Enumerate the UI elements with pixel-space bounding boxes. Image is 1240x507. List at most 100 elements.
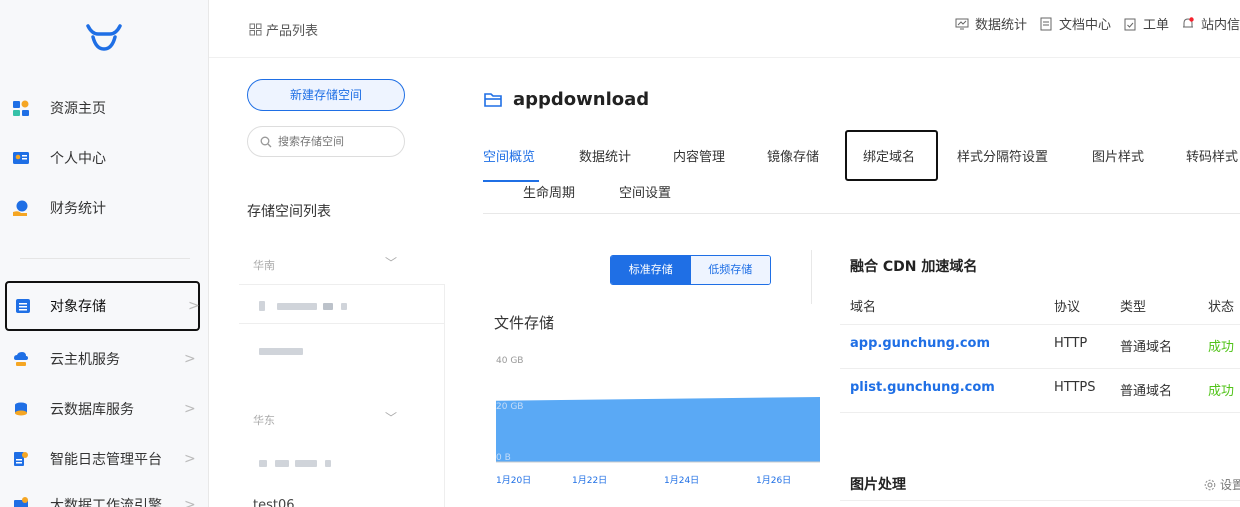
chevron-down-icon[interactable]: ﹀ bbox=[385, 409, 397, 426]
blurred-bucket-name bbox=[341, 303, 347, 310]
tab-transcode-style[interactable]: 转码样式 bbox=[1186, 146, 1238, 165]
sidebar-item-label: 个人中心 bbox=[50, 151, 106, 167]
x-tick-label: 1月24日 bbox=[664, 475, 699, 486]
user-card-icon bbox=[13, 152, 29, 164]
y-tick-label: 20 GB bbox=[496, 402, 523, 412]
tab-overview[interactable]: 空间概览 bbox=[483, 146, 535, 165]
sidebar-item-finance[interactable]: 财务统计 bbox=[0, 188, 209, 228]
bucket-panel: 新建存储空间 存储空间列表 华南 ﹀ 华东 ﹀ test06 bbox=[209, 58, 445, 507]
sidebar-item-label: 云主机服务 bbox=[50, 352, 120, 368]
search-icon bbox=[260, 136, 272, 147]
cdn-row-divider bbox=[840, 368, 1240, 369]
object-storage-icon bbox=[16, 299, 30, 313]
image-processing-title: 图片处理 bbox=[850, 477, 906, 493]
inbox-link[interactable]: 站内信 bbox=[1181, 14, 1240, 33]
region-south-label[interactable]: 华南 bbox=[253, 257, 275, 273]
sidebar-item-label: 云数据库服务 bbox=[50, 402, 134, 418]
cdn-header-protocol: 协议 bbox=[1054, 300, 1081, 315]
sidebar-item-cloud-database[interactable]: 云数据库服务 > bbox=[0, 389, 209, 429]
bucket-item[interactable] bbox=[239, 284, 445, 324]
cdn-protocol: HTTP bbox=[1054, 336, 1088, 351]
x-tick-label: 1月26日 bbox=[756, 475, 791, 486]
sidebar: 资源主页 个人中心 财务统计 对象存储 > 云主机服务 > 云数据库服务 > 智… bbox=[0, 0, 209, 507]
sidebar-item-cloud-server[interactable]: 云主机服务 > bbox=[0, 339, 209, 379]
sidebar-item-bigdata[interactable]: 大数据工作流引擎 > bbox=[0, 485, 209, 507]
new-bucket-button[interactable]: 新建存储空间 bbox=[247, 79, 405, 111]
cdn-row-divider bbox=[840, 324, 1240, 325]
tab-lifecycle[interactable]: 生命周期 bbox=[523, 182, 575, 201]
top-header: 产品列表 数据统计 文档中心 工单 站内信 bbox=[209, 0, 1240, 58]
tab-content[interactable]: 内容管理 bbox=[673, 146, 725, 165]
chevron-down-icon[interactable]: ﹀ bbox=[385, 254, 397, 271]
chevron-right-icon: > bbox=[184, 401, 196, 417]
gear-icon bbox=[1204, 479, 1216, 490]
docs-link[interactable]: 文档中心 bbox=[1039, 14, 1111, 33]
bucket-item-label[interactable]: test06 bbox=[253, 498, 295, 507]
cdn-header-status: 状态 bbox=[1208, 300, 1235, 315]
grid-icon bbox=[249, 23, 262, 36]
monitor-chart-icon bbox=[955, 18, 969, 29]
tabs-divider bbox=[483, 213, 1240, 214]
cloud-server-icon bbox=[14, 352, 28, 366]
image-settings-link[interactable]: 设置 bbox=[1204, 476, 1240, 493]
blurred-bucket-name bbox=[323, 303, 333, 310]
infrequent-storage-option[interactable]: 低频存储 bbox=[690, 256, 770, 284]
cdn-domain-link[interactable]: plist.gunchung.com bbox=[850, 380, 995, 395]
clipboard-check-icon bbox=[1124, 18, 1136, 30]
sidebar-item-personal-center[interactable]: 个人中心 bbox=[0, 138, 209, 178]
storage-area-series bbox=[496, 396, 820, 462]
blurred-bucket-name bbox=[277, 303, 317, 310]
blurred-bucket-name bbox=[325, 460, 331, 467]
bucket-item[interactable] bbox=[239, 330, 445, 370]
sidebar-item-label: 大数据工作流引擎 bbox=[50, 498, 162, 507]
bucket-icon bbox=[484, 92, 502, 107]
top-links: 数据统计 文档中心 工单 站内信 bbox=[955, 14, 1240, 33]
cdn-header-domain: 域名 bbox=[850, 300, 877, 315]
bucket-name: appdownload bbox=[513, 89, 650, 110]
cdn-domain-link[interactable]: app.gunchung.com bbox=[850, 336, 990, 351]
document-icon bbox=[1040, 17, 1052, 30]
bigdata-icon bbox=[14, 497, 28, 507]
chevron-right-icon: > bbox=[184, 351, 196, 367]
sidebar-item-resource-home[interactable]: 资源主页 bbox=[0, 88, 209, 128]
breadcrumb[interactable]: 产品列表 bbox=[249, 20, 318, 39]
blurred-bucket-name bbox=[259, 301, 265, 311]
cloud-database-icon bbox=[15, 402, 27, 416]
region-east-label[interactable]: 华东 bbox=[253, 412, 275, 428]
chevron-right-icon: > bbox=[184, 497, 196, 507]
tab-space-settings[interactable]: 空间设置 bbox=[619, 182, 671, 201]
standard-storage-option[interactable]: 标准存储 bbox=[611, 256, 691, 284]
cdn-type: 普通域名 bbox=[1120, 384, 1173, 399]
tab-style-separator[interactable]: 样式分隔符设置 bbox=[957, 146, 1048, 165]
storage-chart: 40 GB20 GB0 B1月20日 1月22日 1月24日 1月26日 bbox=[496, 356, 820, 486]
log-platform-icon bbox=[14, 452, 28, 466]
cdn-protocol: HTTPS bbox=[1054, 380, 1096, 395]
brand-logo-icon[interactable] bbox=[84, 22, 124, 52]
docs-link-label: 文档中心 bbox=[1058, 18, 1111, 33]
blurred-bucket-name bbox=[275, 460, 289, 467]
tab-image-style[interactable]: 图片样式 bbox=[1092, 146, 1144, 165]
ticket-link[interactable]: 工单 bbox=[1123, 14, 1169, 33]
stats-link[interactable]: 数据统计 bbox=[955, 14, 1027, 33]
chevron-right-icon: > bbox=[188, 298, 200, 314]
tab-statistics[interactable]: 数据统计 bbox=[579, 146, 631, 165]
sidebar-item-object-storage[interactable]: 对象存储 > bbox=[5, 281, 200, 331]
chevron-right-icon: > bbox=[184, 451, 196, 467]
image-settings-label: 设置 bbox=[1220, 478, 1240, 492]
active-tab-indicator bbox=[483, 180, 539, 182]
tab-mirror[interactable]: 镜像存储 bbox=[767, 146, 819, 165]
cdn-status: 成功 bbox=[1208, 340, 1235, 355]
bucket-search[interactable] bbox=[247, 126, 405, 157]
bucket-search-input[interactable] bbox=[278, 135, 388, 148]
cdn-status: 成功 bbox=[1208, 384, 1235, 399]
cdn-row-divider bbox=[840, 412, 1240, 413]
sidebar-item-label: 对象存储 bbox=[50, 299, 106, 315]
inbox-link-label: 站内信 bbox=[1200, 18, 1240, 33]
sidebar-item-label: 资源主页 bbox=[50, 101, 106, 117]
blurred-bucket-name bbox=[259, 348, 303, 355]
breadcrumb-label: 产品列表 bbox=[266, 24, 319, 39]
bucket-item[interactable] bbox=[239, 442, 445, 482]
sidebar-item-log-platform[interactable]: 智能日志管理平台 > bbox=[0, 439, 209, 479]
resource-home-icon bbox=[13, 100, 29, 116]
sidebar-item-label: 财务统计 bbox=[50, 201, 106, 217]
